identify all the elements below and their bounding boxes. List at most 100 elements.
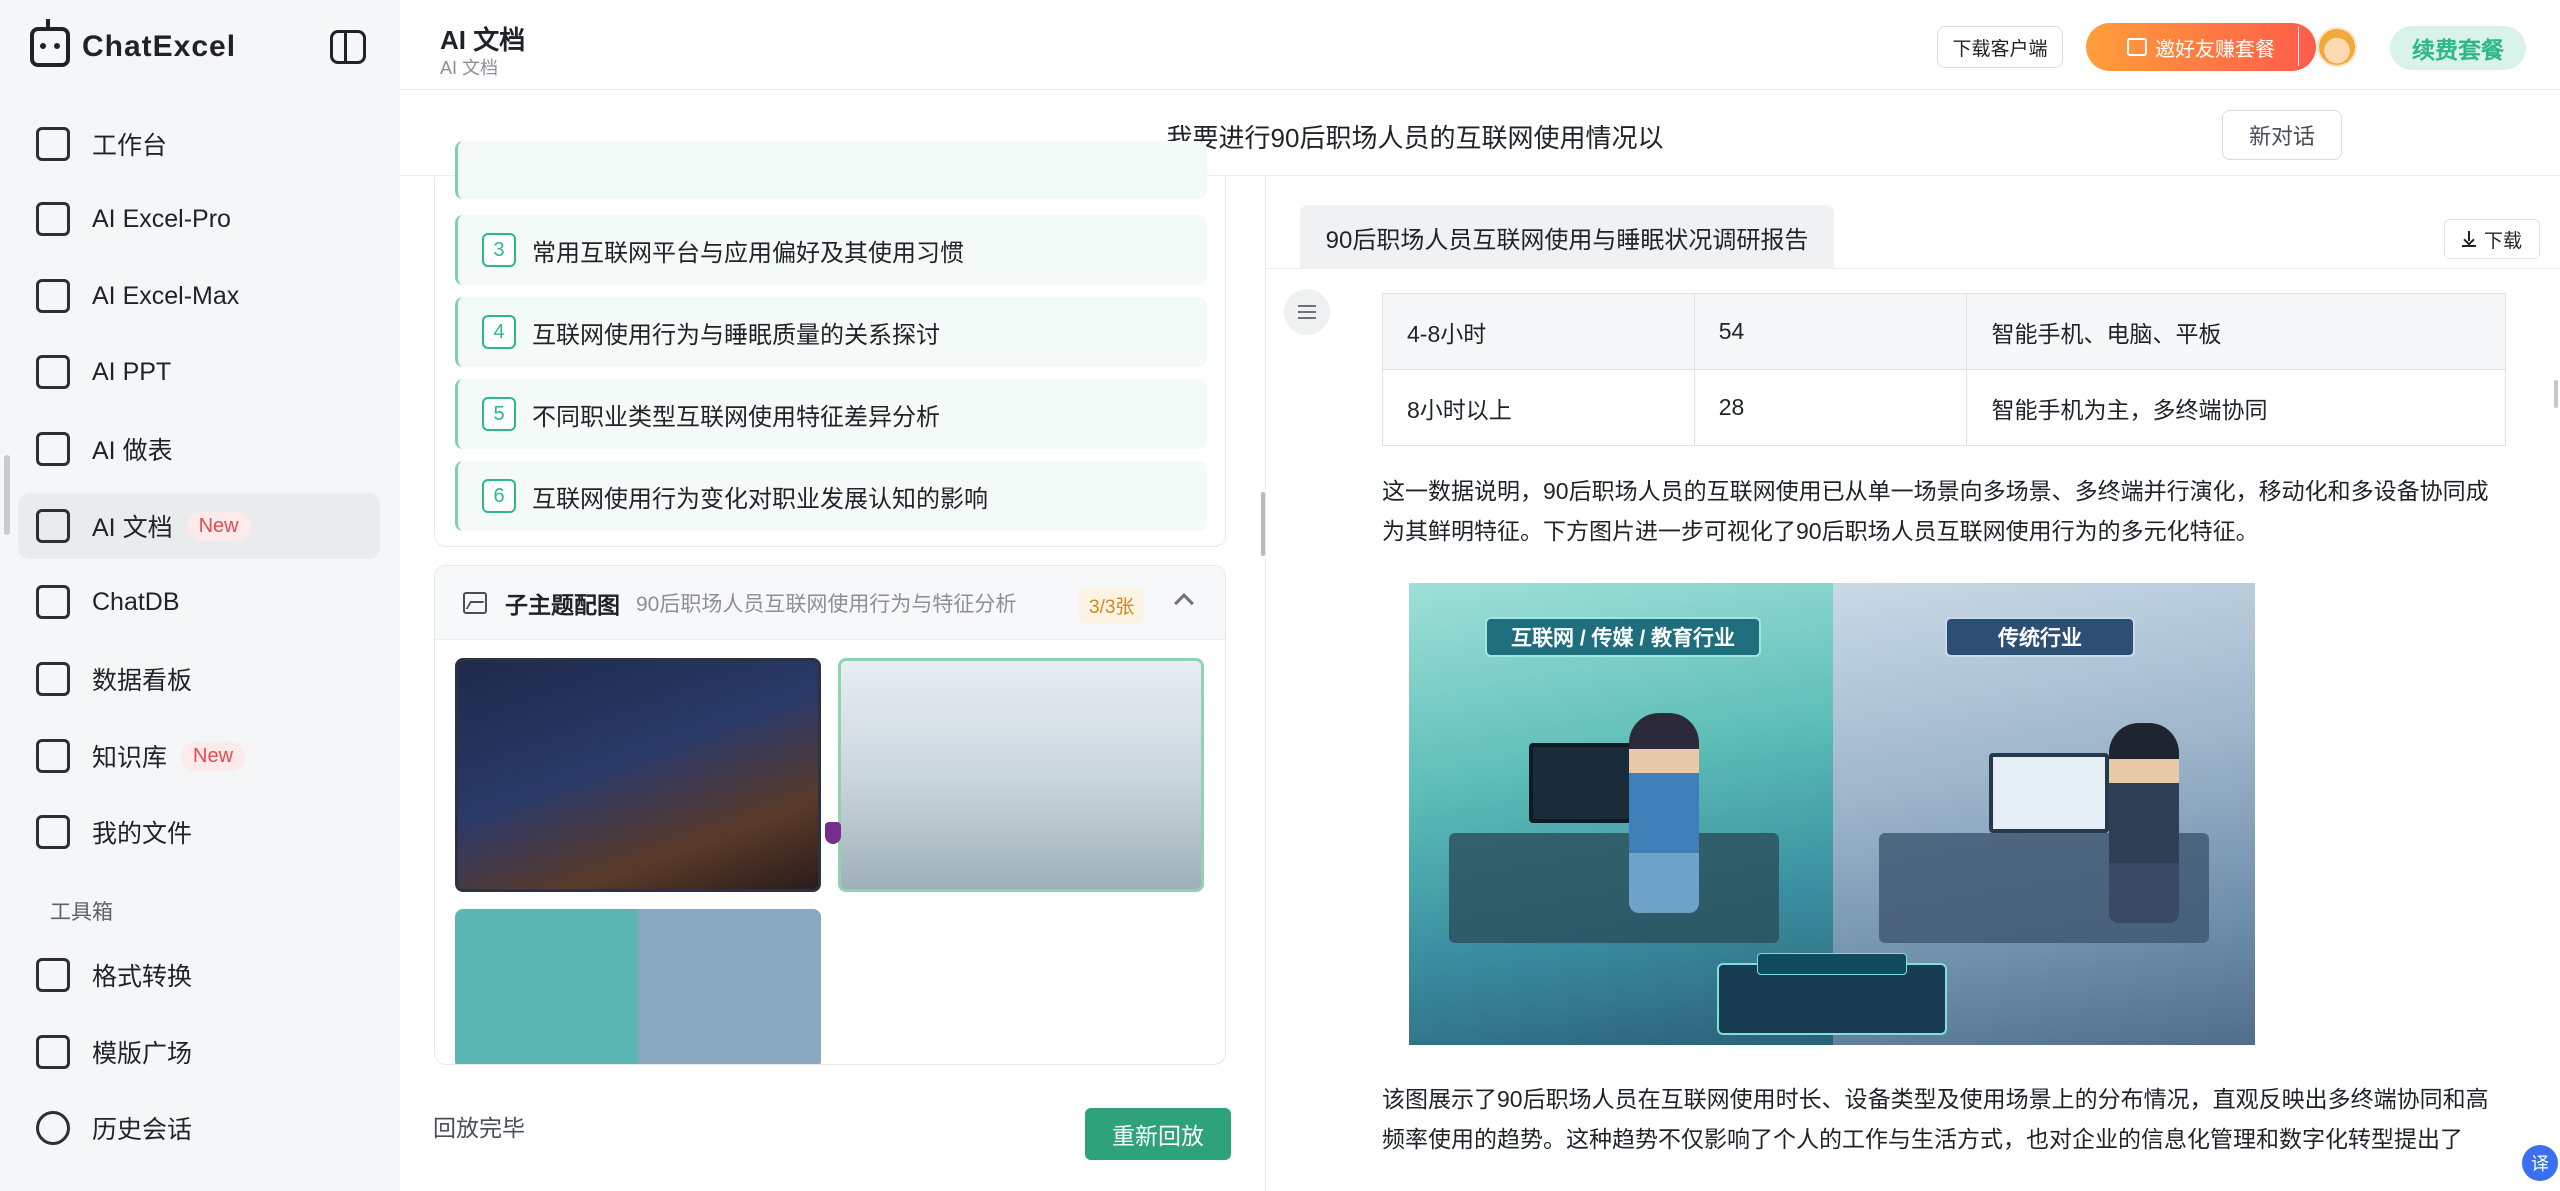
avatar[interactable] [2317, 27, 2357, 67]
figure-label-right: 传统行业 [1945, 617, 2135, 657]
new-chat-button[interactable]: 新对话 [2222, 110, 2342, 160]
subtopic-images-title: 子主题配图 [505, 591, 620, 618]
sidebar-item-data-board[interactable]: 数据看板 [18, 646, 380, 712]
sidebar-item-label: 知识库 [92, 744, 168, 772]
subtopic-image-thumbnail[interactable] [455, 909, 821, 1064]
table-cell: 54 [1693, 293, 1968, 370]
database-icon [36, 585, 70, 619]
document-panel: 90后职场人员互联网使用与睡眠状况调研报告 下载 4-8小时 54 智能手机、电… [1266, 177, 2560, 1191]
sidebar-item-format-convert[interactable]: 格式转换 [18, 942, 380, 1008]
sidebar-item-knowledge[interactable]: 知识库 New [18, 723, 380, 789]
usage-table: 4-8小时 54 智能手机、电脑、平板 8小时以上 28 智能手机为主，多终端协… [1382, 293, 2506, 446]
translate-button[interactable]: 译 [2522, 1145, 2558, 1181]
subtopic-image-thumbnail[interactable] [455, 658, 821, 892]
figure-person-shape [2109, 723, 2179, 923]
format-convert-icon [36, 958, 70, 992]
sidebar-item-ppt[interactable]: AI PPT [18, 339, 380, 405]
sidebar-item-label: ChatDB [92, 587, 180, 616]
figure-monitor-shape [1529, 743, 1639, 823]
sidebar-item-ai-doc[interactable]: AI 文档 New [18, 493, 380, 559]
outline-item[interactable]: 3 常用互联网平台与应用偏好及其使用习惯 [455, 215, 1207, 285]
figure-info-panel-title [1757, 953, 1907, 975]
figure-person-shape [1629, 713, 1699, 913]
outline-item[interactable]: 6 互联网使用行为变化对职业发展认知的影响 [455, 461, 1207, 531]
document-tab[interactable]: 90后职场人员互联网使用与睡眠状况调研报告 [1300, 205, 1834, 269]
image-icon [463, 591, 487, 614]
sidebar-item-label: AI 文档 [92, 514, 173, 542]
outline-item-partial[interactable] [455, 141, 1207, 199]
outline-item[interactable]: 4 互联网使用行为与睡眠质量的关系探讨 [455, 297, 1207, 367]
table-cell: 8小时以上 [1382, 369, 1695, 446]
document-paragraph: 该图展示了90后职场人员在互联网使用时长、设备类型及使用场景上的分布情况，直观反… [1382, 1086, 2489, 1152]
chevron-up-icon[interactable] [1174, 593, 1194, 613]
sidebar-item-label: 工作台 [92, 132, 168, 160]
table-cell: 智能手机、电脑、平板 [1966, 293, 2506, 370]
document-scrollbar[interactable] [2554, 380, 2558, 408]
sidebar-item-excel-max[interactable]: AI Excel-Max [18, 263, 380, 329]
outline-item[interactable]: 5 不同职业类型互联网使用特征差异分析 [455, 379, 1207, 449]
download-button[interactable]: 下载 [2444, 219, 2540, 259]
sidebar-item-label: 模版广场 [92, 1040, 193, 1068]
document-icon [36, 509, 70, 543]
sidebar-item-label: 数据看板 [92, 667, 193, 695]
new-badge: New [181, 741, 246, 771]
breadcrumb[interactable]: AI 文档 [440, 54, 498, 80]
sidebar-item-label: 我的文件 [92, 820, 193, 848]
menu-lines-icon [1298, 305, 1316, 319]
knowledge-book-icon [36, 739, 70, 773]
table-row: 4-8小时 54 智能手机、电脑、平板 [1382, 293, 2506, 370]
app-name: ChatExcel [82, 30, 237, 63]
subtopic-images-card: 子主题配图 90后职场人员互联网使用行为与特征分析 3/3张 [434, 565, 1226, 1065]
outline-number: 5 [482, 397, 516, 431]
sidebar-item-label: AI Excel-Max [92, 281, 240, 310]
replay-button[interactable]: 重新回放 [1085, 1108, 1231, 1160]
sidebar-item-my-files[interactable]: 我的文件 [18, 799, 380, 865]
table-cell: 28 [1693, 369, 1968, 446]
template-icon [36, 1035, 70, 1069]
subtopic-images-subtitle: 90后职场人员互联网使用行为与特征分析 [636, 592, 1017, 616]
page-title: AI 文档 [440, 25, 526, 55]
robot-logo-icon [30, 19, 70, 67]
invite-label: 邀好友赚套餐 [2155, 38, 2275, 61]
app-logo[interactable]: ChatExcel [30, 19, 237, 72]
excel-max-icon [36, 279, 70, 313]
sidebar-item-history[interactable]: 历史会话 [18, 1095, 380, 1161]
table-of-contents-button[interactable] [1284, 289, 1330, 335]
outline-number: 6 [482, 479, 516, 513]
renew-plan-button[interactable]: 续费套餐 [2390, 26, 2526, 70]
subtopic-images-header[interactable]: 子主题配图 90后职场人员互联网使用行为与特征分析 3/3张 [435, 566, 1225, 640]
ppt-icon [36, 355, 70, 389]
chart-board-icon [36, 662, 70, 696]
table-cell: 4-8小时 [1382, 293, 1695, 370]
playback-status: 回放完毕 [433, 1115, 525, 1141]
header-divider [2298, 26, 2299, 66]
sidebar-item-chatdb[interactable]: ChatDB [18, 569, 380, 635]
subtopic-image-thumbnail[interactable] [838, 658, 1204, 892]
sidebar-scroll-thumb[interactable] [4, 455, 10, 535]
toolbox-title: 工具箱 [50, 901, 113, 924]
sidebar-item-label: 格式转换 [92, 963, 193, 991]
invite-friends-button[interactable]: 邀好友赚套餐 [2086, 23, 2316, 71]
sidebar-item-excel-pro[interactable]: AI Excel-Pro [18, 186, 380, 252]
sidebar-item-templates[interactable]: 模版广场 [18, 1019, 380, 1085]
sidebar-item-label: 历史会话 [92, 1116, 193, 1144]
table-maker-icon [36, 432, 70, 466]
mouse-cursor-icon [825, 822, 841, 844]
table-row: 8小时以上 28 智能手机为主，多终端协同 [1382, 369, 2506, 446]
outline-card: 3 常用互联网平台与应用偏好及其使用习惯 4 互联网使用行为与睡眠质量的关系探讨… [434, 141, 1226, 547]
sidebar-item-workbench[interactable]: 工作台 [18, 111, 380, 177]
table-cell: 智能手机为主，多终端协同 [1966, 369, 2506, 446]
excel-pro-icon [36, 202, 70, 236]
sidebar-item-table-maker[interactable]: AI 做表 [18, 416, 380, 482]
download-client-button[interactable]: 下载客户端 [1937, 26, 2063, 68]
download-icon [2461, 231, 2476, 247]
document-figure[interactable]: 互联网 / 传媒 / 教育行业 传统行业 [1409, 583, 2255, 1045]
dashboard-grid-icon [36, 127, 70, 161]
outline-text: 互联网使用行为变化对职业发展认知的影响 [532, 485, 988, 513]
figure-label-left: 互联网 / 传媒 / 教育行业 [1485, 617, 1761, 657]
sidebar-collapse-icon[interactable] [330, 30, 366, 64]
document-paragraph: 这一数据说明，90后职场人员的互联网使用已从单一场景向多场景、多终端并行演化，移… [1382, 478, 2489, 544]
figure-monitor-shape [1989, 753, 2109, 833]
outline-text: 互联网使用行为与睡眠质量的关系探讨 [532, 321, 940, 349]
app-root: ChatExcel 工作台 AI Excel-Pro AI Excel-Max … [0, 0, 2560, 1191]
